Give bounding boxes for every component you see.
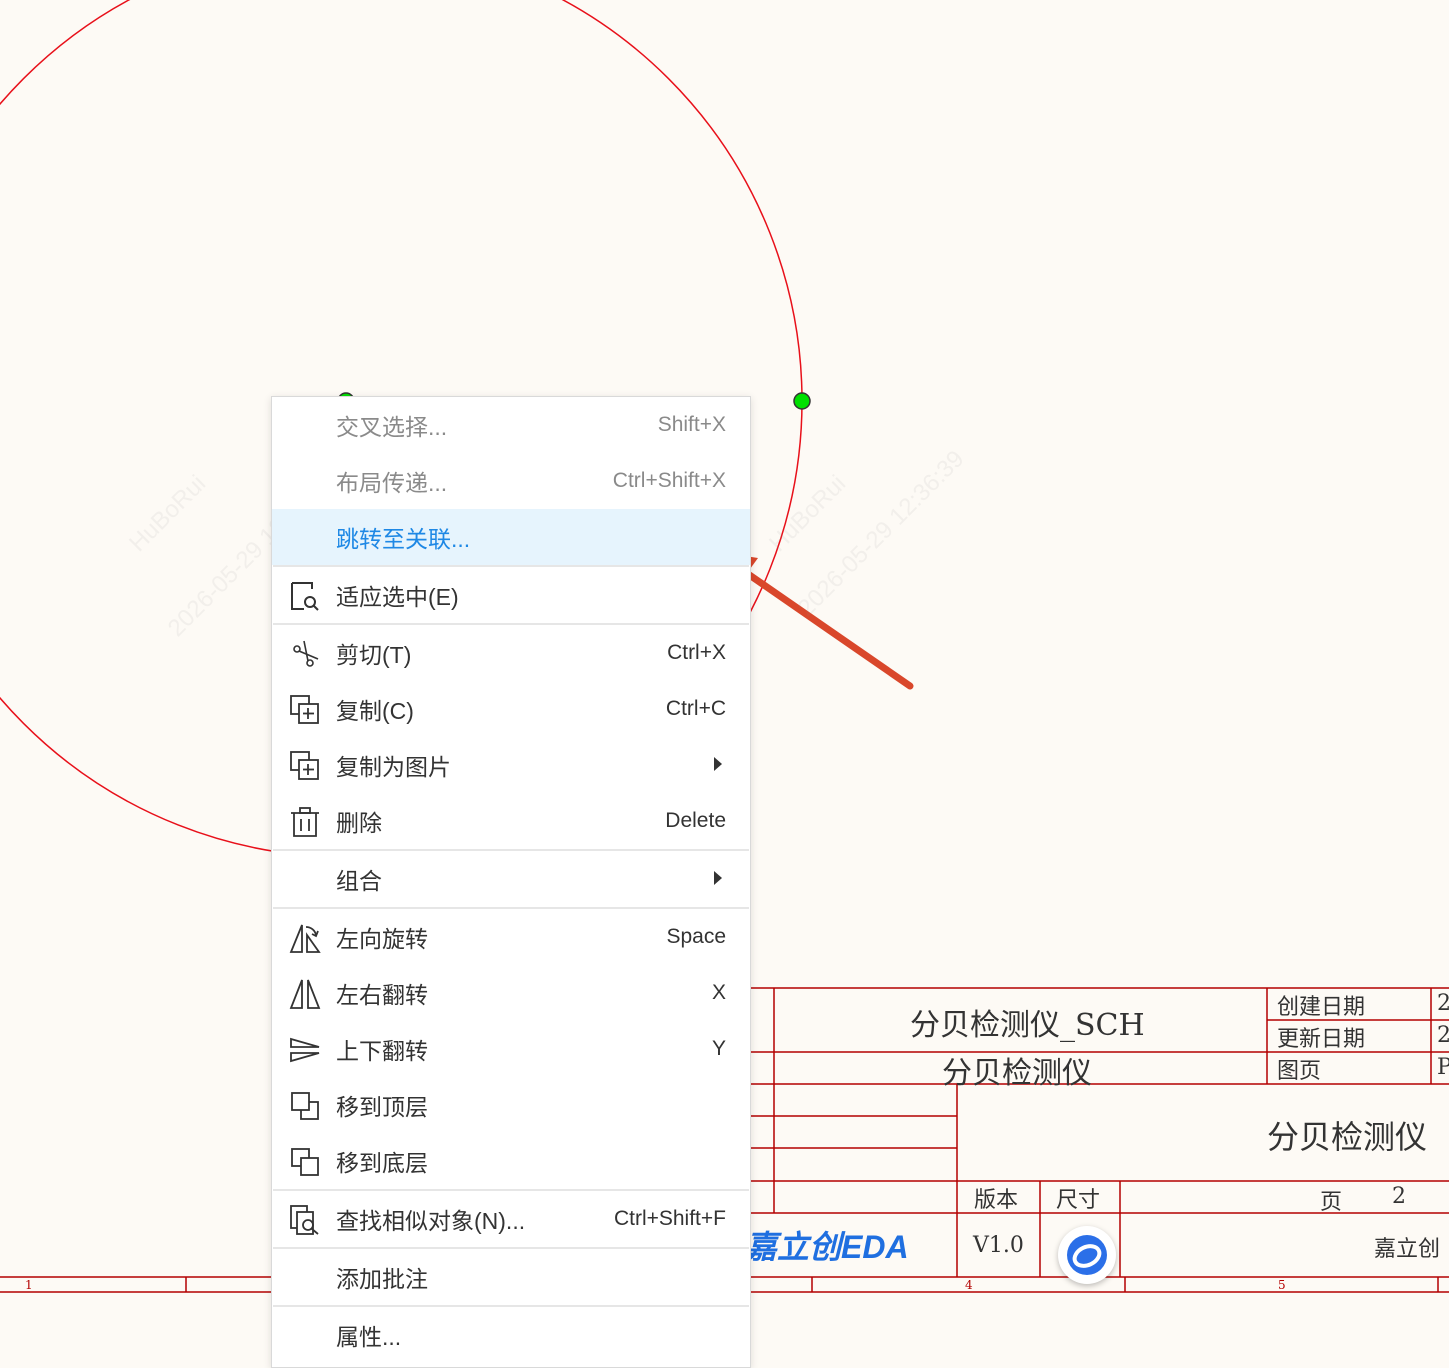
submenu-arrow-icon bbox=[714, 757, 722, 771]
submenu-arrow-icon bbox=[714, 871, 722, 885]
menu-item-flip-horizontal[interactable]: 左右翻转 X bbox=[272, 965, 750, 1021]
flip-vertical-icon bbox=[288, 1033, 322, 1067]
flip-horizontal-icon bbox=[288, 977, 322, 1011]
menu-item-add-annotation[interactable]: 添加批注 bbox=[272, 1249, 750, 1305]
scissors-icon bbox=[288, 637, 322, 671]
company-name: 嘉立创 bbox=[1374, 1237, 1441, 1262]
page-label: 图页 bbox=[1277, 1059, 1322, 1084]
updated-value: 2 bbox=[1437, 1023, 1449, 1048]
ruler-label: 1 bbox=[25, 1278, 33, 1292]
ruler-label: 5 bbox=[1278, 1278, 1286, 1292]
page-num-value: 2 bbox=[1392, 1184, 1406, 1209]
menu-item-cut[interactable]: 剪切(T) Ctrl+X bbox=[272, 625, 750, 681]
assistant-logo-icon bbox=[1067, 1235, 1107, 1275]
menu-item-find-similar[interactable]: 查找相似对象(N)... Ctrl+Shift+F bbox=[272, 1191, 750, 1247]
menu-item-group[interactable]: 组合 bbox=[272, 851, 750, 907]
project-name: 分贝检测仪_SCH bbox=[910, 1008, 1145, 1043]
page-value: P bbox=[1437, 1055, 1449, 1080]
bring-to-front-icon bbox=[288, 1089, 322, 1123]
menu-item-layout-transfer[interactable]: 布局传递... Ctrl+Shift+X bbox=[272, 453, 750, 509]
menu-item-properties[interactable]: 属性... bbox=[272, 1307, 750, 1363]
menu-item-fit-selection[interactable]: 适应选中(E) bbox=[272, 567, 750, 623]
circle-handle-right[interactable] bbox=[793, 392, 811, 410]
created-label: 创建日期 bbox=[1277, 995, 1366, 1020]
menu-item-copy-as-image[interactable]: 复制为图片 bbox=[272, 737, 750, 793]
menu-item-jump-to-associated[interactable]: 跳转至关联... bbox=[272, 509, 750, 565]
menu-item-send-to-back[interactable]: 移到底层 bbox=[272, 1133, 750, 1189]
version-value: V1.0 bbox=[973, 1233, 1024, 1258]
find-similar-icon bbox=[288, 1203, 322, 1237]
trash-icon bbox=[288, 805, 322, 839]
eda-logo: 嘉立创EDA bbox=[745, 1229, 909, 1265]
menu-item-delete[interactable]: 删除 Delete bbox=[272, 793, 750, 849]
send-to-back-icon bbox=[288, 1145, 322, 1179]
rotate-left-icon bbox=[288, 921, 322, 955]
updated-label: 更新日期 bbox=[1277, 1027, 1366, 1052]
size-label: 尺寸 bbox=[1056, 1188, 1101, 1213]
menu-item-bring-to-front[interactable]: 移到顶层 bbox=[272, 1077, 750, 1133]
copy-icon bbox=[288, 693, 322, 727]
copy-image-icon bbox=[288, 749, 322, 783]
menu-item-flip-vertical[interactable]: 上下翻转 Y bbox=[272, 1021, 750, 1077]
ruler-label: 4 bbox=[965, 1278, 973, 1292]
fit-selection-icon bbox=[288, 579, 322, 613]
version-label: 版本 bbox=[974, 1188, 1019, 1213]
menu-item-rotate-left[interactable]: 左向旋转 Space bbox=[272, 909, 750, 965]
menu-item-cross-select[interactable]: 交叉选择... Shift+X bbox=[272, 397, 750, 453]
menu-item-copy[interactable]: 复制(C) Ctrl+C bbox=[272, 681, 750, 737]
context-menu: 交叉选择... Shift+X 布局传递... Ctrl+Shift+X 跳转至… bbox=[271, 396, 751, 1368]
page-num-label: 页 bbox=[1320, 1190, 1343, 1215]
floating-assistant-button[interactable] bbox=[1058, 1226, 1116, 1284]
big-title: 分贝检测仪 bbox=[1267, 1118, 1428, 1156]
sheet-name: 分贝检测仪 bbox=[942, 1056, 1092, 1091]
created-value: 2 bbox=[1437, 991, 1449, 1016]
